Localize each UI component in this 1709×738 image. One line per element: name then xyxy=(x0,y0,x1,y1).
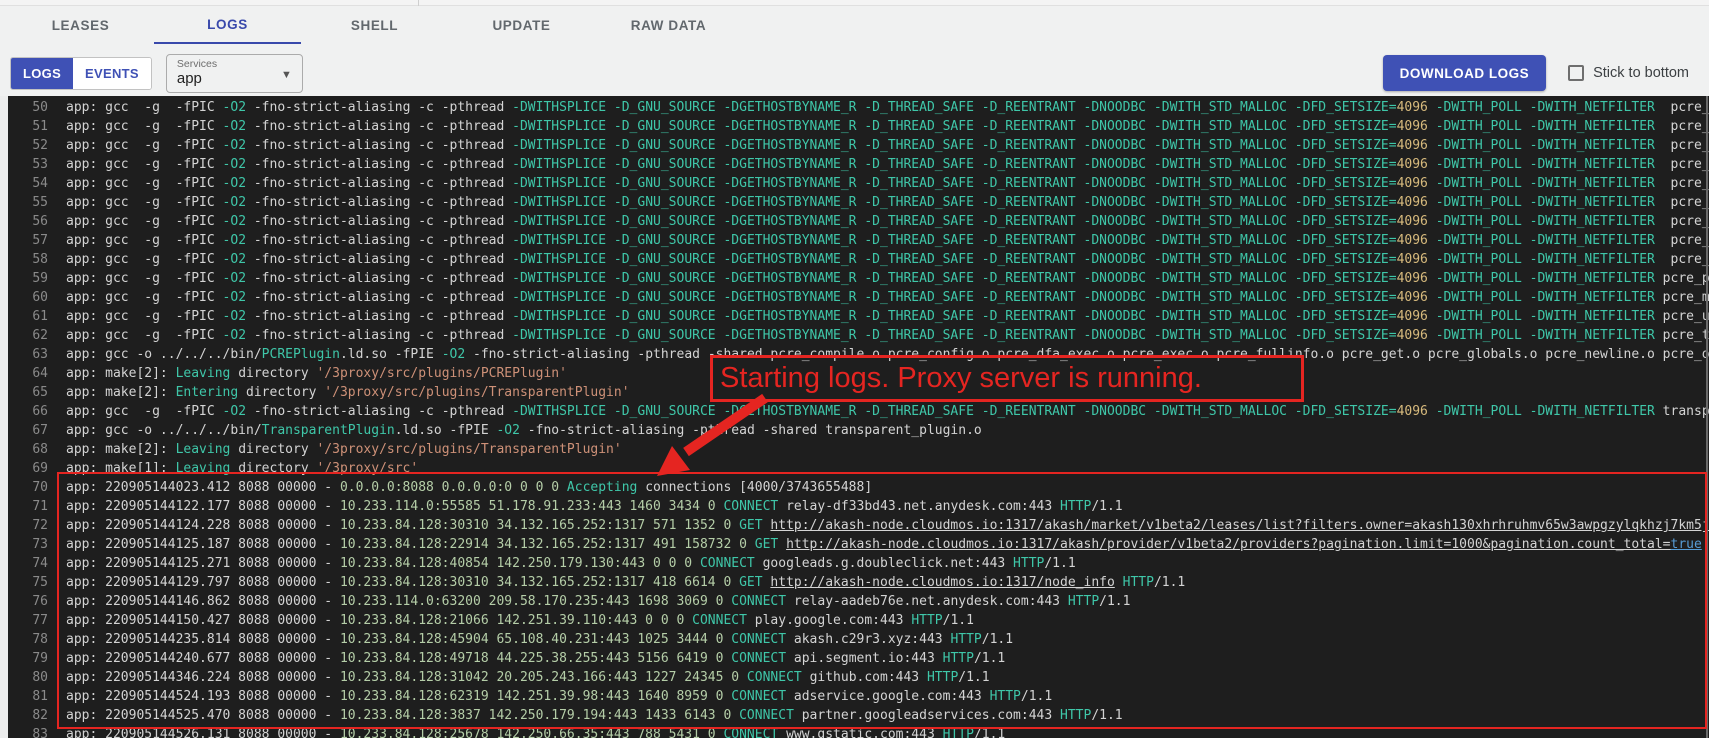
log-line: 57app: gcc -g -fPIC -O2 -fno-strict-alia… xyxy=(8,231,1709,250)
stick-to-bottom-label: Stick to bottom xyxy=(1593,65,1689,81)
log-line: 51app: gcc -g -fPIC -O2 -fno-strict-alia… xyxy=(8,117,1709,136)
log-line: 80app: 220905144346.224 8088 00000 - 10.… xyxy=(8,668,1709,687)
services-select-label: Services xyxy=(177,59,292,70)
log-line: 50app: gcc -g -fPIC -O2 -fno-strict-alia… xyxy=(8,98,1709,117)
log-line: 81app: 220905144524.193 8088 00000 - 10.… xyxy=(8,687,1709,706)
log-line: 78app: 220905144235.814 8088 00000 - 10.… xyxy=(8,630,1709,649)
tab-raw-data[interactable]: RAW DATA xyxy=(595,6,742,44)
log-line: 69app: make[1]: Leaving directory '/3pro… xyxy=(8,459,1709,478)
log-line: 72app: 220905144124.228 8088 00000 - 10.… xyxy=(8,516,1709,535)
toolbar: LOGS EVENTS Services app ▼ DOWNLOAD LOGS… xyxy=(0,46,1709,100)
log-line: 61app: gcc -g -fPIC -O2 -fno-strict-alia… xyxy=(8,307,1709,326)
chevron-down-icon: ▼ xyxy=(281,69,292,81)
log-line: 67app: gcc -o ../../../bin/TransparentPl… xyxy=(8,421,1709,440)
log-line: 70app: 220905144023.412 8088 00000 - 0.0… xyxy=(8,478,1709,497)
log-line: 71app: 220905144122.177 8088 00000 - 10.… xyxy=(8,497,1709,516)
log-line: 52app: gcc -g -fPIC -O2 -fno-strict-alia… xyxy=(8,136,1709,155)
log-line: 82app: 220905144525.470 8088 00000 - 10.… xyxy=(8,706,1709,725)
log-line: 64app: make[2]: Leaving directory '/3pro… xyxy=(8,364,1709,383)
log-line: 83app: 220905144526.131 8088 00000 - 10.… xyxy=(8,725,1709,738)
log-line: 60app: gcc -g -fPIC -O2 -fno-strict-alia… xyxy=(8,288,1709,307)
logs-events-toggle: LOGS EVENTS xyxy=(10,57,152,90)
log-line: 74app: 220905144125.271 8088 00000 - 10.… xyxy=(8,554,1709,573)
services-select[interactable]: Services app ▼ xyxy=(166,54,303,93)
download-logs-button[interactable]: DOWNLOAD LOGS xyxy=(1383,55,1547,91)
header: LEASES LOGS SHELL UPDATE RAW DATA LOGS E… xyxy=(0,6,1709,96)
log-line: 58app: gcc -g -fPIC -O2 -fno-strict-alia… xyxy=(8,250,1709,269)
log-line: 53app: gcc -g -fPIC -O2 -fno-strict-alia… xyxy=(8,155,1709,174)
log-line: 55app: gcc -g -fPIC -O2 -fno-strict-alia… xyxy=(8,193,1709,212)
tab-logs[interactable]: LOGS xyxy=(154,6,301,44)
log-line: 56app: gcc -g -fPIC -O2 -fno-strict-alia… xyxy=(8,212,1709,231)
log-line: 66app: gcc -g -fPIC -O2 -fno-strict-alia… xyxy=(8,402,1709,421)
tab-update[interactable]: UPDATE xyxy=(448,6,595,44)
services-select-value: app xyxy=(177,70,292,88)
log-line: 59app: gcc -g -fPIC -O2 -fno-strict-alia… xyxy=(8,269,1709,288)
log-line: 62app: gcc -g -fPIC -O2 -fno-strict-alia… xyxy=(8,326,1709,345)
log-line: 75app: 220905144129.797 8088 00000 - 10.… xyxy=(8,573,1709,592)
log-line: 79app: 220905144240.677 8088 00000 - 10.… xyxy=(8,649,1709,668)
tab-shell[interactable]: SHELL xyxy=(301,6,448,44)
logs-toggle-button[interactable]: LOGS xyxy=(11,58,73,89)
log-line: 54app: gcc -g -fPIC -O2 -fno-strict-alia… xyxy=(8,174,1709,193)
tab-leases[interactable]: LEASES xyxy=(7,6,154,44)
log-line: 63app: gcc -o ../../../bin/PCREPlugin.ld… xyxy=(8,345,1709,364)
tab-bar: LEASES LOGS SHELL UPDATE RAW DATA xyxy=(7,6,742,44)
terminal-lines: 50app: gcc -g -fPIC -O2 -fno-strict-alia… xyxy=(8,96,1709,738)
log-line: 77app: 220905144150.427 8088 00000 - 10.… xyxy=(8,611,1709,630)
stick-to-bottom-checkbox[interactable] xyxy=(1568,65,1584,81)
events-toggle-button[interactable]: EVENTS xyxy=(73,58,151,89)
log-line: 73app: 220905144125.187 8088 00000 - 10.… xyxy=(8,535,1709,554)
terminal[interactable]: 50app: gcc -g -fPIC -O2 -fno-strict-alia… xyxy=(8,96,1709,738)
terminal-scrollbar[interactable] xyxy=(1706,96,1708,738)
log-line: 76app: 220905144146.862 8088 00000 - 10.… xyxy=(8,592,1709,611)
log-line: 68app: make[2]: Leaving directory '/3pro… xyxy=(8,440,1709,459)
log-line: 65app: make[2]: Entering directory '/3pr… xyxy=(8,383,1709,402)
